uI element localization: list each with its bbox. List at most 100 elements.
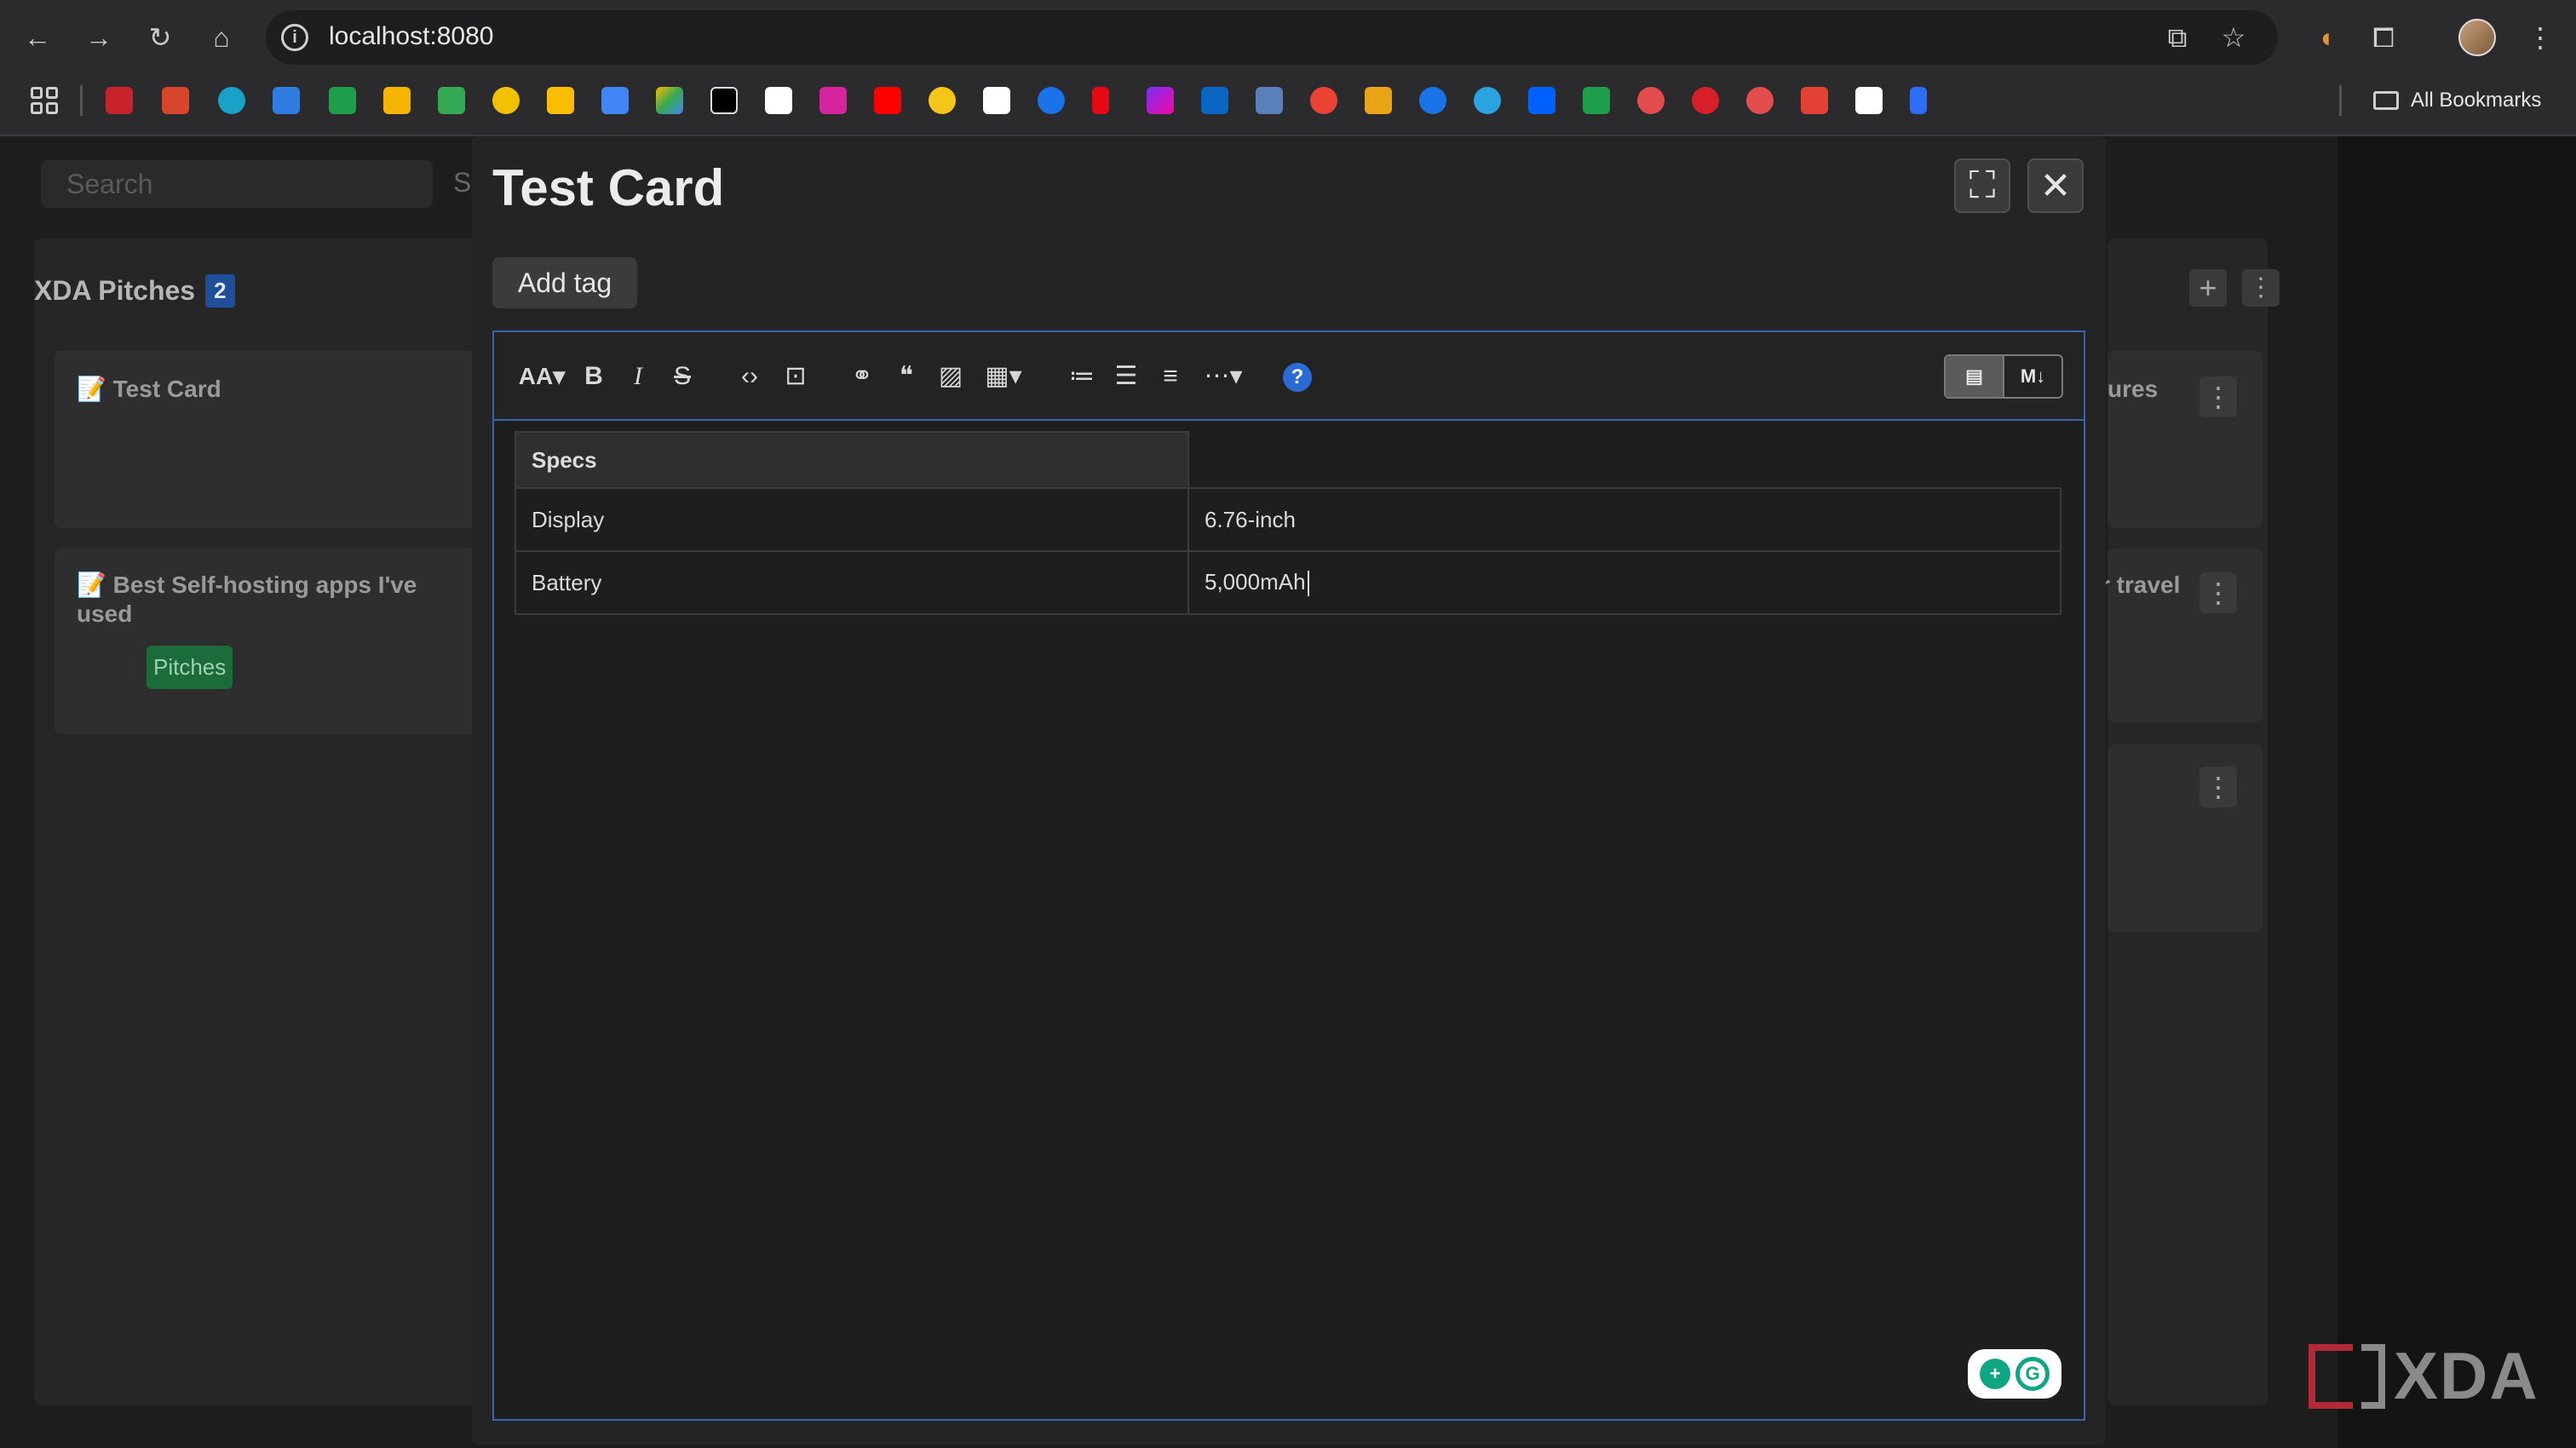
youtube-icon[interactable] bbox=[874, 87, 901, 114]
bookmark-22-icon[interactable] bbox=[1256, 87, 1283, 114]
xda-logo-bracket bbox=[2361, 1343, 2385, 1409]
google-keep-icon[interactable] bbox=[547, 87, 574, 114]
editor-mode-toggle: ▤ M↓ bbox=[1944, 354, 2063, 399]
bookmark-31-icon[interactable] bbox=[1746, 87, 1774, 114]
dropbox-icon[interactable] bbox=[1528, 87, 1555, 114]
grammarly-logo-icon[interactable]: G bbox=[2015, 1357, 2050, 1391]
grammarly-assist-icon[interactable]: + bbox=[1980, 1359, 2010, 1389]
bookmark-2-icon[interactable] bbox=[162, 87, 189, 114]
back-icon[interactable]: ← bbox=[17, 17, 58, 58]
reload-icon[interactable]: ↻ bbox=[140, 17, 181, 58]
markdown-mode-icon[interactable]: M↓ bbox=[2003, 356, 2061, 397]
bookmark-30-icon[interactable] bbox=[1692, 87, 1719, 114]
bookmark-20-icon[interactable] bbox=[1147, 87, 1174, 114]
messages-icon[interactable] bbox=[1419, 87, 1446, 114]
heading-size-icon[interactable]: AA▾ bbox=[516, 359, 567, 394]
column-count-badge: 2 bbox=[205, 274, 235, 307]
bookmarks-divider bbox=[80, 85, 83, 116]
instagram-icon[interactable] bbox=[819, 87, 847, 114]
bookmark-24-icon[interactable] bbox=[1365, 87, 1392, 114]
horizontal-rule-icon[interactable]: ≡ bbox=[1153, 359, 1187, 394]
table-cell-active[interactable]: 5,000mAh bbox=[1187, 550, 2061, 615]
wysiwyg-mode-icon[interactable]: ▤ bbox=[1946, 356, 2003, 397]
all-bookmarks-button[interactable]: All Bookmarks bbox=[2373, 85, 2541, 116]
watermark-text: XDA bbox=[2394, 1338, 2539, 1413]
close-icon[interactable]: ✕ bbox=[2027, 158, 2084, 213]
bookmarks-divider bbox=[2339, 85, 2342, 116]
table-header-cell[interactable] bbox=[1188, 432, 2061, 489]
card-menu-icon[interactable]: ⋮ bbox=[2199, 767, 2237, 807]
forward-icon[interactable]: → bbox=[78, 17, 119, 58]
bookmark-32-icon[interactable] bbox=[1801, 87, 1828, 114]
bookmark-16-icon[interactable] bbox=[929, 87, 956, 114]
address-bar[interactable]: i localhost:8080 ⧉ ☆ bbox=[266, 10, 2278, 65]
bookmark-8-icon[interactable] bbox=[492, 87, 520, 114]
netflix-icon[interactable] bbox=[1092, 87, 1109, 114]
chrome-icon[interactable] bbox=[1310, 87, 1337, 114]
table-icon[interactable]: ▦▾ bbox=[978, 359, 1029, 394]
install-app-icon[interactable]: ⧉ bbox=[2160, 20, 2194, 55]
code-icon[interactable]: ‹› bbox=[733, 359, 767, 394]
table-cell[interactable]: 6.76-inch bbox=[1187, 487, 2061, 552]
card-right-3[interactable] bbox=[2107, 744, 2263, 932]
telegram-icon[interactable] bbox=[1474, 87, 1501, 114]
card-tag-pitches[interactable]: Pitches bbox=[147, 646, 233, 689]
bookmark-34-icon[interactable] bbox=[1910, 87, 1927, 114]
specs-table: Specs Display 6.76-inch Battery 5,000mAh bbox=[515, 431, 2061, 615]
apps-grid-icon[interactable] bbox=[31, 87, 58, 114]
table-cell[interactable]: Display bbox=[515, 487, 1189, 552]
bullet-list-icon[interactable]: ☰ bbox=[1109, 359, 1143, 394]
site-info-icon[interactable]: i bbox=[281, 24, 308, 51]
more-options-icon[interactable]: ⋯▾ bbox=[1198, 359, 1249, 394]
bookmark-18-icon[interactable] bbox=[1038, 87, 1065, 114]
google-meet-icon[interactable] bbox=[438, 87, 465, 114]
home-icon[interactable]: ⌂ bbox=[201, 17, 242, 58]
strikethrough-icon[interactable]: S bbox=[668, 359, 697, 394]
bookmark-1-icon[interactable] bbox=[106, 87, 133, 114]
x-icon[interactable] bbox=[710, 87, 738, 114]
column-menu-icon[interactable]: ⋮ bbox=[2242, 269, 2280, 307]
column-title: XDA Pitches 2 bbox=[34, 274, 235, 307]
bookmark-star-icon[interactable]: ☆ bbox=[2217, 20, 2251, 55]
board-search-fragment: S bbox=[453, 167, 472, 198]
bookmark-3-icon[interactable] bbox=[218, 87, 245, 114]
extension-icon[interactable]: ◖ bbox=[2305, 17, 2346, 58]
add-column-icon[interactable]: + bbox=[2189, 269, 2227, 307]
linkedin-icon[interactable] bbox=[1201, 87, 1228, 114]
image-icon[interactable]: ▨ bbox=[934, 359, 968, 394]
browser-menu-icon[interactable]: ⋮ bbox=[2520, 17, 2561, 58]
add-tag-button[interactable]: Add tag bbox=[492, 257, 637, 308]
table-cell[interactable]: Battery bbox=[515, 550, 1189, 615]
profile-avatar[interactable] bbox=[2458, 19, 2496, 56]
bookmark-28-icon[interactable] bbox=[1583, 87, 1610, 114]
card-title-fragment: r travel bbox=[2101, 572, 2181, 598]
board-search-input[interactable]: Search bbox=[41, 160, 433, 208]
google-slides-icon[interactable] bbox=[383, 87, 411, 114]
fullscreen-icon[interactable]: ⛶ bbox=[1954, 158, 2010, 213]
google-sheets-icon[interactable] bbox=[329, 87, 356, 114]
extensions-puzzle-icon[interactable]: ⧠ bbox=[2363, 17, 2404, 58]
card-menu-icon[interactable]: ⋮ bbox=[2199, 376, 2237, 417]
bold-icon[interactable]: B bbox=[579, 359, 608, 394]
techcrunch-icon[interactable] bbox=[765, 87, 792, 114]
google-calendar-icon[interactable] bbox=[601, 87, 629, 114]
link-icon[interactable]: ⚭ bbox=[845, 359, 879, 394]
table-header-row: Specs bbox=[515, 431, 2061, 489]
quote-icon[interactable]: ❝ bbox=[889, 359, 923, 394]
modal-title[interactable]: Test Card bbox=[492, 158, 724, 217]
google-drive-icon[interactable] bbox=[656, 87, 683, 114]
ordered-list-icon[interactable]: ≔ bbox=[1065, 359, 1099, 394]
google-docs-icon[interactable] bbox=[273, 87, 300, 114]
bookmark-33-icon[interactable] bbox=[1855, 87, 1883, 114]
card-menu-icon[interactable]: ⋮ bbox=[2199, 572, 2237, 613]
help-icon[interactable]: ? bbox=[1283, 363, 1312, 392]
card-title-fragment: ures bbox=[2107, 376, 2159, 402]
table-header-cell[interactable]: Specs bbox=[515, 431, 1189, 489]
bookmark-29-icon[interactable] bbox=[1637, 87, 1665, 114]
table-cell-text: 5,000mAh bbox=[1205, 568, 1306, 595]
code-block-icon[interactable]: ⊡ bbox=[779, 359, 813, 394]
grammarly-widget[interactable]: + G bbox=[1968, 1349, 2061, 1399]
italic-icon[interactable]: I bbox=[624, 359, 653, 394]
amazon-icon[interactable] bbox=[983, 87, 1010, 114]
url-text[interactable]: localhost:8080 bbox=[329, 22, 493, 51]
